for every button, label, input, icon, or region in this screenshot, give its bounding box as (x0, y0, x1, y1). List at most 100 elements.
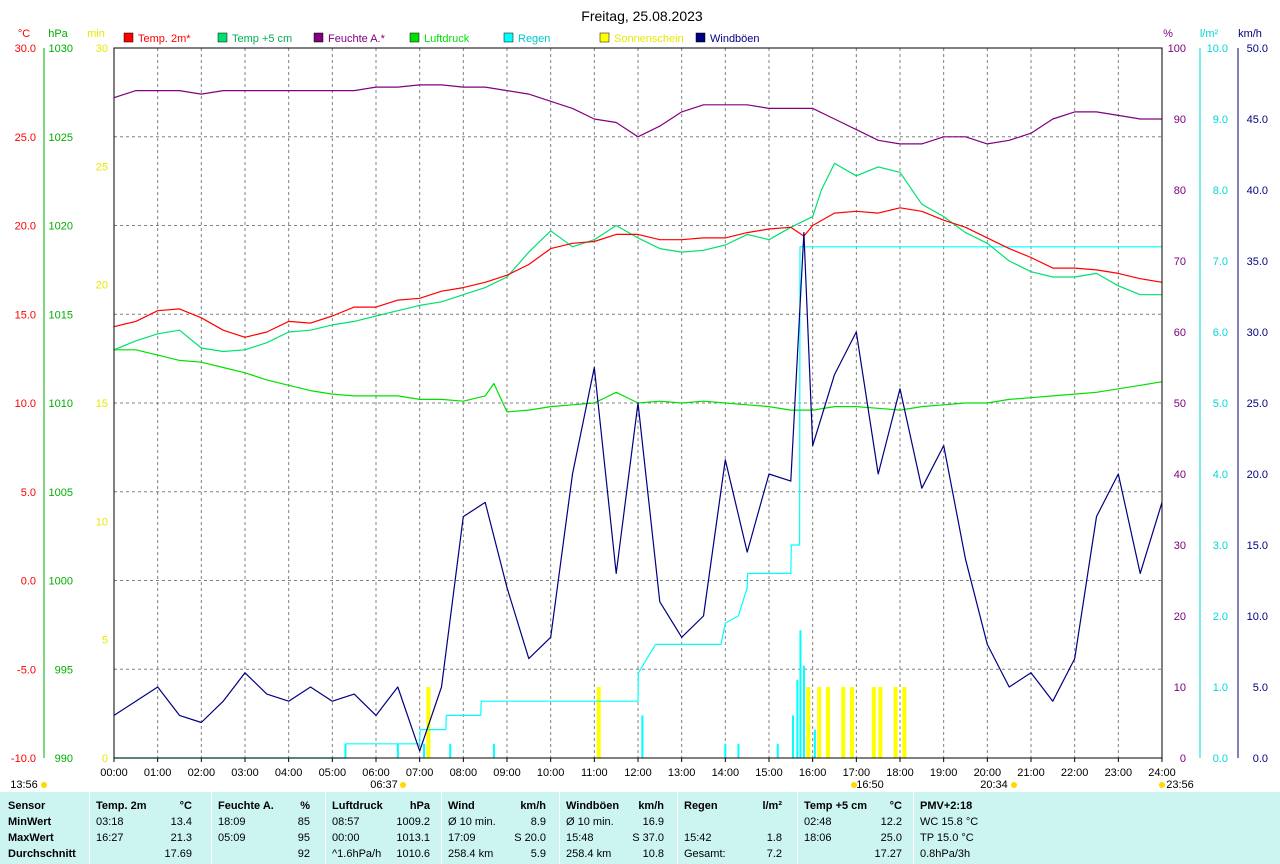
rain-bar (813, 729, 816, 758)
sunshine-bar (871, 687, 876, 758)
legend-swatch (123, 32, 134, 43)
footer-value: 17.27 (874, 848, 902, 860)
footer-separator (677, 792, 678, 864)
rain-bar (396, 743, 399, 758)
right-axis-unit: l/m² (1200, 28, 1219, 40)
legend-swatch (313, 32, 324, 43)
footer-header: Wind (448, 800, 475, 812)
y-tick-label: 2.0 (1213, 611, 1228, 623)
sun-marker-label: 16:50 (856, 779, 884, 791)
y-tick-label: 10.0 (1247, 611, 1268, 623)
footer-cell: ^1.6hPa/h (332, 848, 382, 860)
footer-value: 21.3 (170, 832, 192, 844)
footer-column: Windböen km/h Ø 10 min. 16.9 15:48 S 37.0 258.… (566, 792, 672, 864)
legend-label: Windböen (710, 33, 760, 45)
sun-marker-icon (41, 782, 47, 788)
sunshine-bar (902, 687, 907, 758)
y-tick-label: 0 (1180, 753, 1186, 765)
footer-cell: Ø 10 min. (448, 816, 496, 828)
y-tick-label: 50 (1174, 398, 1186, 410)
left-axis-unit: hPa (48, 28, 68, 40)
x-tick-label: 23:00 (1105, 767, 1133, 779)
x-tick-label: 12:00 (624, 767, 652, 779)
x-tick-label: 21:00 (1017, 767, 1045, 779)
x-tick-label: 08:00 (450, 767, 478, 779)
x-tick-label: 04:00 (275, 767, 303, 779)
x-tick-label: 07:00 (406, 767, 434, 779)
chart-title: Freitag, 25.08.2023 (581, 8, 703, 24)
y-tick-label: 15.0 (15, 309, 36, 321)
footer-unit: °C (889, 800, 902, 812)
y-tick-label: 8.0 (1213, 185, 1228, 197)
y-tick-label: 1005 (49, 487, 73, 499)
rain-bar (796, 679, 799, 758)
footer-separator (913, 792, 914, 864)
sun-marker-icon (400, 782, 406, 788)
y-tick-label: 35.0 (1247, 256, 1268, 268)
y-tick-label: 10.0 (15, 398, 36, 410)
footer-value: 1010.6 (396, 848, 430, 860)
rain-bar (449, 743, 452, 758)
footer-unit: °C (179, 800, 192, 812)
footer-value: 7.2 (766, 848, 782, 860)
y-tick-label: 100 (1168, 43, 1186, 55)
footer-unit: % (300, 800, 310, 812)
rain-bar (802, 665, 805, 758)
footer-column: Feuchte A.% 18:09 85 05:09 95 92 (218, 792, 318, 864)
footer-cell: Durchschnitt (8, 848, 76, 860)
y-tick-label: 30 (1174, 540, 1186, 552)
legend-label: Sonnenschein (614, 33, 684, 45)
footer-header: Temp +5 cm (804, 800, 868, 812)
sunshine-bar (849, 687, 854, 758)
y-tick-label: 6.0 (1213, 327, 1228, 339)
y-tick-label: -5.0 (17, 664, 36, 676)
y-tick-label: 10.0 (1207, 43, 1228, 55)
footer-cell: 18:09 (218, 816, 246, 828)
rain-bar (423, 743, 426, 758)
series-line-temp-5-cm (113, 162, 1162, 353)
x-tick-label: 10:00 (537, 767, 565, 779)
x-tick-label: 14:00 (712, 767, 740, 779)
x-tick-label: 15:00 (755, 767, 783, 779)
footer-cell: 08:57 (332, 816, 360, 828)
y-tick-label: 1025 (49, 132, 73, 144)
x-tick-label: 19:00 (930, 767, 958, 779)
footer-separator (797, 792, 798, 864)
footer-value: 13.4 (170, 816, 192, 828)
footer-value: 12.2 (880, 816, 902, 828)
footer-unit: hPa (409, 800, 430, 812)
legend-label: Temp. 2m* (138, 33, 191, 45)
footer-value: S 20.0 (514, 832, 546, 844)
footer-value: 8.9 (530, 816, 546, 828)
rain-bar (492, 743, 495, 758)
x-tick-label: 02:00 (188, 767, 216, 779)
footer-cell: 0.8hPa/3h (920, 848, 971, 860)
footer-cell: 05:09 (218, 832, 246, 844)
footer-column: Temp. 2m °C 03:18 13.4 16:27 21.3 17.69 (96, 792, 200, 864)
legend-label: Regen (518, 33, 550, 45)
x-tick-label: 17:00 (843, 767, 871, 779)
y-tick-label: 1.0 (1213, 682, 1228, 694)
footer-cell: 15:42 (684, 832, 712, 844)
x-tick-label: 18:00 (886, 767, 914, 779)
footer-cell: TP 15.0 °C (920, 832, 974, 844)
y-tick-label: 30.0 (1247, 327, 1268, 339)
y-tick-label: 15 (96, 398, 108, 410)
y-tick-label: 15.0 (1247, 540, 1268, 552)
rain-bar (799, 630, 802, 758)
footer-value: 1013.1 (396, 832, 430, 844)
legend-swatch (409, 32, 420, 43)
x-tick-label: 00:00 (100, 767, 128, 779)
y-tick-label: 45.0 (1247, 114, 1268, 126)
sunshine-bar (817, 687, 822, 758)
footer-column: Wind km/h Ø 10 min. 8.9 17:09 S 20.0 258.4 km 5… (448, 792, 554, 864)
footer-cell: 17:09 (448, 832, 476, 844)
footer-separator (211, 792, 212, 864)
footer-value: 1009.2 (396, 816, 430, 828)
footer-cell: 258.4 km (448, 848, 494, 860)
y-tick-label: 30.0 (15, 43, 36, 55)
x-tick-label: 13:00 (668, 767, 696, 779)
y-tick-label: 5.0 (1213, 398, 1228, 410)
right-axis-unit: % (1163, 28, 1173, 40)
footer-value: 85 (297, 816, 310, 828)
